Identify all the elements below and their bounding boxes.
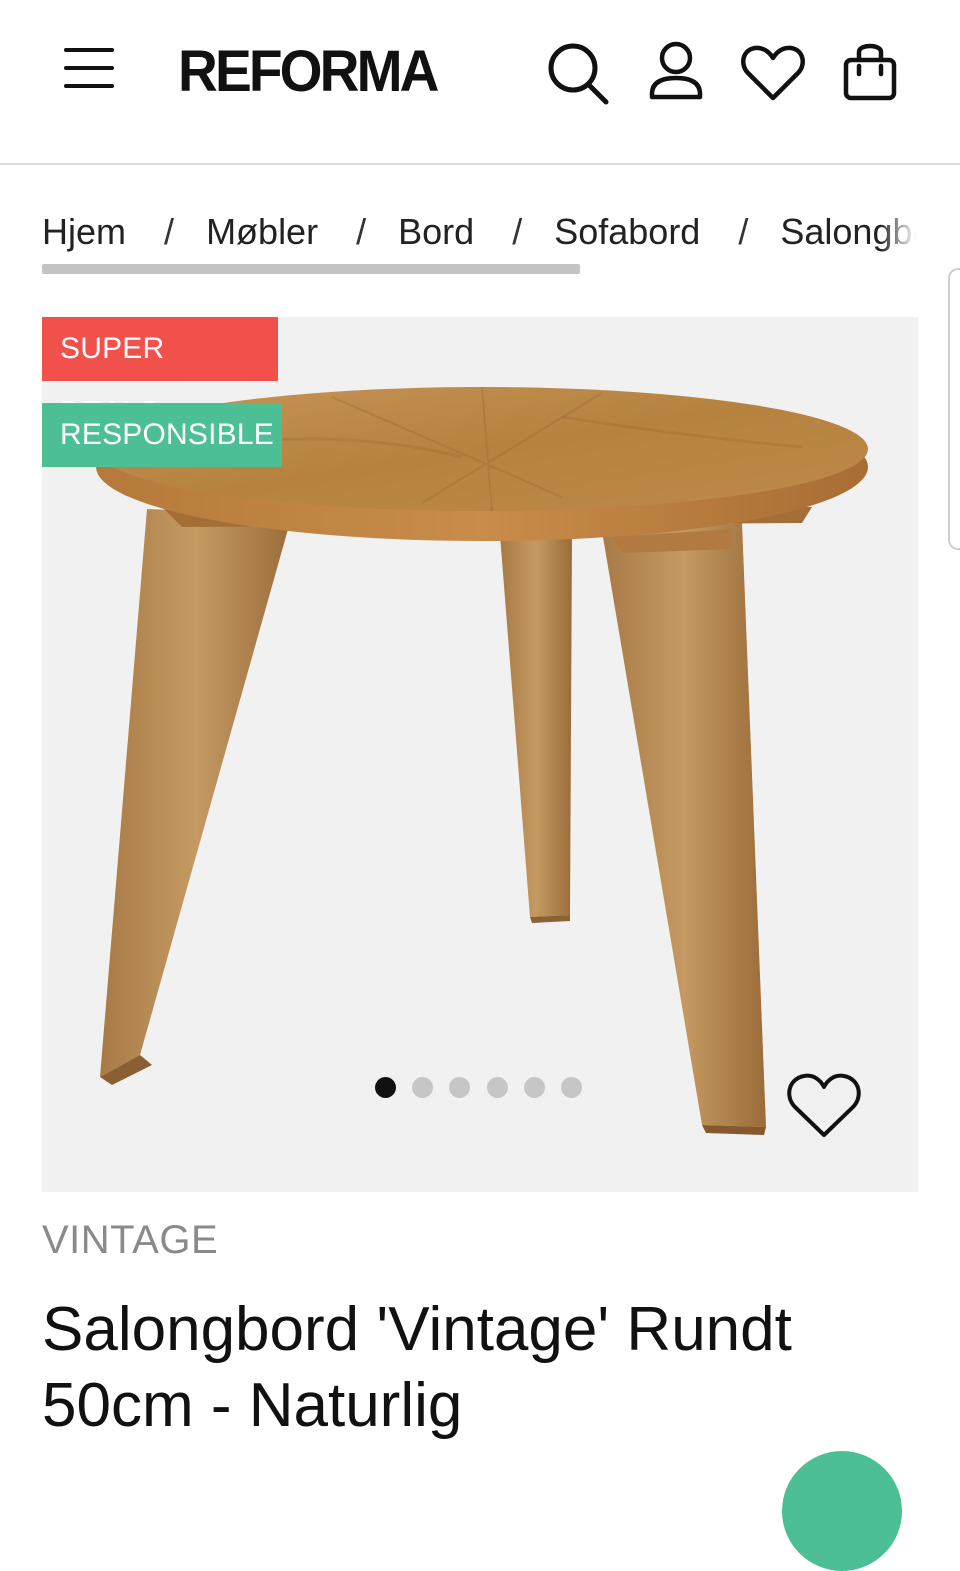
account-icon [649, 41, 703, 100]
carousel-dot[interactable] [487, 1077, 508, 1098]
menu-icon-line-middle [64, 66, 114, 70]
breadcrumb: Hjem / Møbler / Bord / Sofabord / Salong… [42, 205, 922, 265]
breadcrumb-tables[interactable]: Bord [398, 205, 474, 259]
search-icon [548, 43, 609, 105]
responsible-badge: RESPONSIBLE [42, 403, 282, 467]
product-image-carousel[interactable]: SUPER DEALS RESPONSIBLE [42, 317, 918, 1192]
heart-icon [787, 1073, 861, 1137]
breadcrumb-separator: / [356, 211, 367, 252]
breadcrumb-separator: / [738, 211, 749, 252]
breadcrumb-fade [880, 205, 922, 265]
breadcrumb-furniture[interactable]: Møbler [206, 205, 318, 259]
carousel-dot[interactable] [561, 1077, 582, 1098]
breadcrumb-separator: / [512, 211, 523, 252]
breadcrumb-coffee-tables[interactable]: Sofabord [554, 205, 700, 259]
side-drawer-handle[interactable] [948, 268, 960, 550]
site-header: REFORMA [0, 0, 960, 165]
bag-icon [843, 43, 897, 101]
add-to-wishlist-button[interactable] [784, 1069, 864, 1141]
breadcrumb-separator: / [164, 211, 175, 252]
menu-icon-line-bottom [64, 84, 114, 88]
super-deals-badge: SUPER DEALS [42, 317, 278, 429]
menu-icon-line-top [64, 48, 114, 52]
carousel-dot[interactable] [375, 1077, 396, 1098]
search-button[interactable] [542, 36, 612, 108]
heart-icon [741, 45, 805, 101]
product-brand[interactable]: VINTAGE [42, 1214, 218, 1266]
chat-button[interactable] [782, 1451, 902, 1571]
wishlist-button[interactable] [738, 36, 808, 108]
site-logo[interactable]: REFORMA [178, 38, 439, 106]
product-title: Salongbord 'Vintage' Rundt 50cm - Naturl… [42, 1295, 792, 1440]
breadcrumb-home[interactable]: Hjem [42, 205, 126, 259]
carousel-dot[interactable] [449, 1077, 470, 1098]
menu-button[interactable] [60, 44, 118, 92]
carousel-dot[interactable] [524, 1077, 545, 1098]
carousel-dot[interactable] [412, 1077, 433, 1098]
cart-button[interactable] [836, 36, 906, 108]
account-button[interactable] [642, 36, 712, 108]
breadcrumb-scrollbar[interactable] [42, 264, 580, 274]
